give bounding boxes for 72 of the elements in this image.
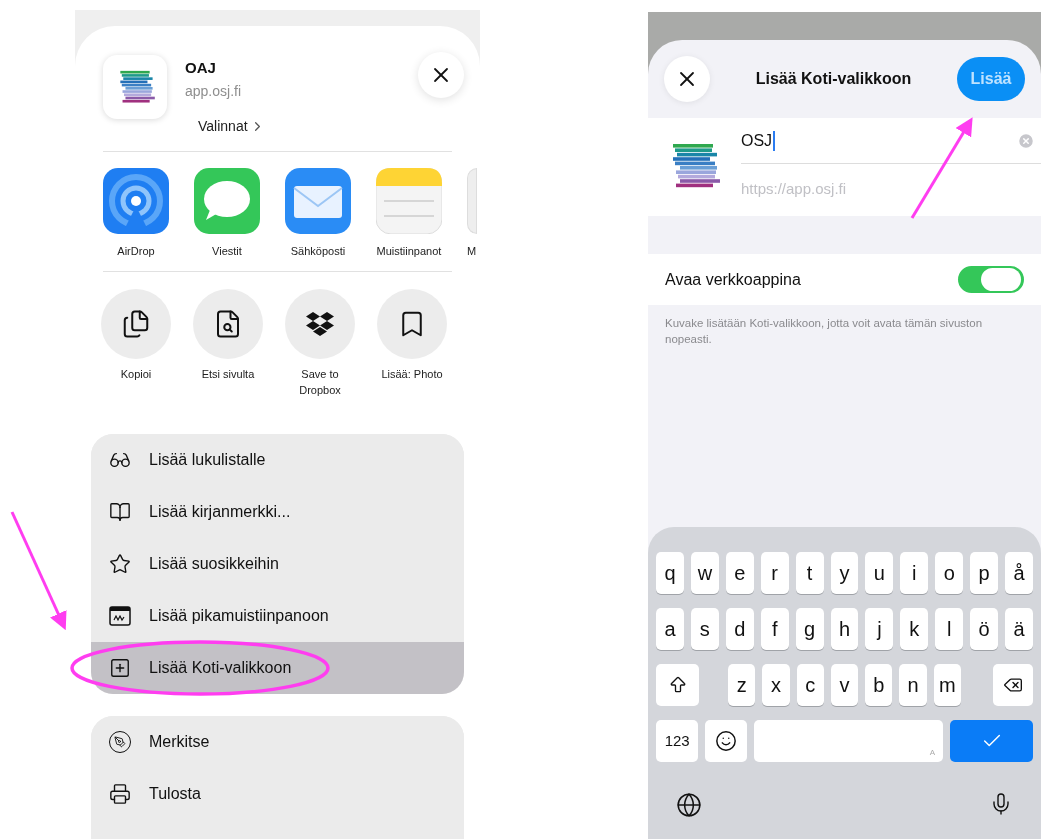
dropbox-icon [305,311,335,337]
options-link[interactable]: Valinnat [198,115,265,137]
menu-item-label: Merkitse [149,732,210,752]
keyboard-key[interactable]: u [865,552,894,594]
keyboard-key[interactable]: f [760,608,789,650]
action-label: Lisää: Photo [380,367,444,382]
name-field[interactable]: OSJ [741,128,1017,153]
app-label[interactable]: Sähköposti [290,242,346,259]
menu-item-label: Lisää pikamuistiinpanoon [149,606,329,626]
app-label[interactable]: Viestit [212,242,242,259]
keyboard-key[interactable]: d [725,608,754,650]
keyboard-key[interactable]: o [935,552,964,594]
keyboard-key[interactable]: g [795,608,824,650]
quick-note-icon [109,606,131,626]
site-url: app.osj.fi [185,81,243,101]
menu-item-label: Tulosta [149,784,201,804]
app-label[interactable]: Muistiinpanot [376,242,442,259]
action-label: Save to Dropbox [298,367,342,398]
keyboard-key[interactable]: i [900,552,929,594]
shift-key[interactable] [656,664,699,706]
add-square-icon [109,657,131,679]
app-label[interactable]: AirDrop [117,242,155,259]
space-hint: A [929,747,936,759]
web-app-switch[interactable] [958,266,1024,293]
toggle-label: Avaa verkkoappina [665,269,802,290]
keyboard-key[interactable]: c [796,664,824,706]
menu-item-label: Lisää Koti-valikkoon [149,658,292,678]
printer-icon [109,783,131,805]
close-button[interactable] [664,56,710,102]
keyboard-key[interactable]: q [656,552,684,594]
keyboard-key[interactable]: m [933,664,961,706]
keyboard-key[interactable]: y [830,552,859,594]
keyboard-key[interactable]: e [725,552,754,594]
keyboard-key[interactable]: a [656,608,684,650]
keyboard-key[interactable]: z [728,664,756,706]
keyboard-key[interactable]: s [690,608,719,650]
menu-item-label: Lisää kirjanmerkki... [149,502,291,522]
emoji-icon [715,730,738,752]
close-button[interactable] [418,52,464,98]
menu-item[interactable]: Lisää Koti-valikkoon [91,642,464,694]
globe-icon[interactable] [676,792,702,818]
action-label: Etsi sivulta [200,367,256,382]
app-label[interactable]: M [467,242,477,259]
keyboard-key[interactable]: k [900,608,929,650]
keyboard-key[interactable]: ö [970,608,999,650]
envelope-icon[interactable] [285,167,351,234]
star-icon [109,553,131,575]
footnote: Kuvake lisätään Koti-valikkoon, jotta voit avata tämän sivuston nopeasti. [664,316,984,347]
keyboard-key[interactable]: t [795,552,824,594]
keyboard-key[interactable]: x [762,664,790,706]
emoji-key[interactable] [705,720,747,762]
book-icon [109,501,131,523]
copy-icon [121,309,151,339]
keyboard-key[interactable]: j [865,608,894,650]
keyboard-key[interactable]: h [830,608,859,650]
backspace-key[interactable] [992,664,1033,706]
menu-item-label: Lisää suosikkeihin [149,554,279,574]
site-title: OAJ [185,58,217,78]
keyboard-key[interactable]: n [899,664,927,706]
keyboard-key[interactable]: ä [1005,608,1033,650]
keyboard-key[interactable]: r [760,552,789,594]
keyboard-key[interactable]: w [690,552,719,594]
keyboard-key[interactable]: b [865,664,893,706]
keyboard-key[interactable]: p [970,552,999,594]
numbers-key[interactable]: 123 [656,720,699,762]
sheet-title: Lisää Koti-valikkoon [754,69,913,89]
keyboard-key[interactable]: l [935,608,964,650]
menu-item-label: Lisää lukulistalle [149,450,266,470]
keyboard-key[interactable]: å [1005,552,1033,594]
keyboard-key[interactable]: v [830,664,859,706]
airdrop-icon[interactable] [103,167,169,234]
action-label: Kopioi [119,367,153,382]
